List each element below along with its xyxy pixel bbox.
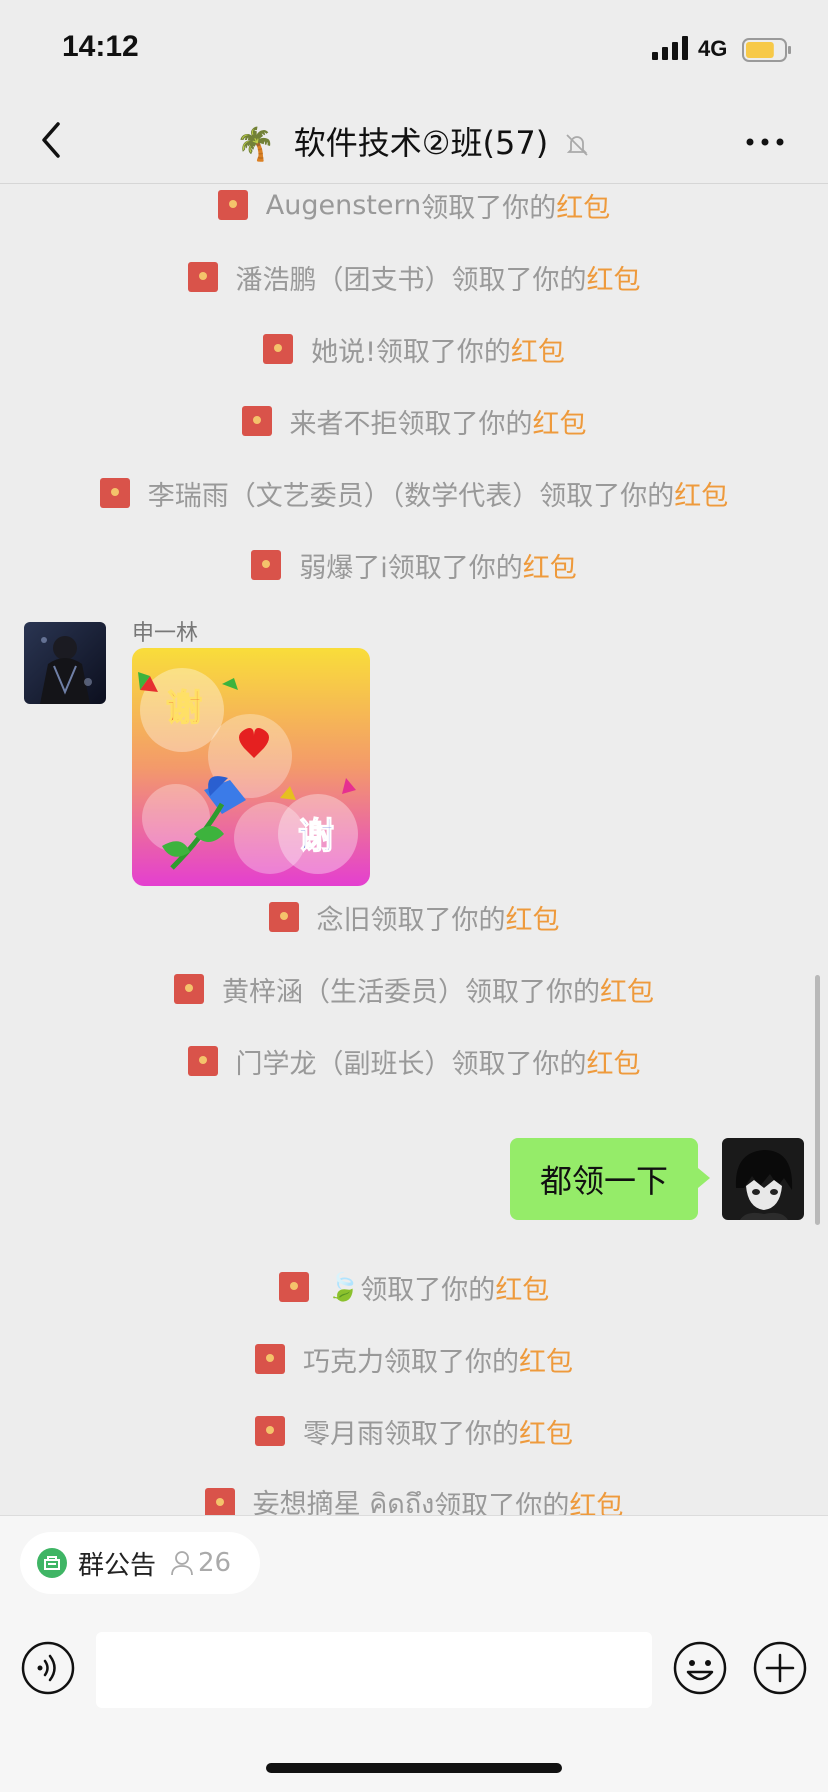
red-packet-icon bbox=[204, 1488, 235, 1515]
claimer-name: 门学龙（副班长） bbox=[235, 1048, 452, 1080]
redpacket-link[interactable]: 红包 bbox=[587, 1042, 641, 1081]
input-area: 群公告 26 bbox=[0, 1515, 828, 1792]
redpacket-notice: 零月雨 领取了你的 红包 bbox=[0, 1411, 828, 1451]
redpacket-notice: Augenstern 领取了你的 红包 bbox=[0, 185, 828, 225]
claimer-name: 🍃 bbox=[326, 1272, 361, 1303]
announcement-read-count: 26 bbox=[198, 1548, 232, 1578]
bell-slash-icon bbox=[566, 134, 588, 156]
redpacket-notice: 门学龙（副班长） 领取了你的 红包 bbox=[0, 1041, 828, 1081]
redpacket-link[interactable]: 红包 bbox=[600, 970, 654, 1009]
red-packet-icon bbox=[99, 478, 130, 508]
network-type: 4G bbox=[698, 36, 728, 61]
chat-header: 🌴 软件技术②班(57) bbox=[0, 100, 828, 184]
claimer-name: 黄梓涵（生活委员） bbox=[222, 976, 465, 1008]
claimer-name: 念旧 bbox=[316, 904, 371, 936]
group-name: 软件技术②班(57) bbox=[293, 124, 549, 162]
person-icon bbox=[171, 1551, 193, 1576]
claimer-name: 来者不拒 bbox=[289, 408, 398, 440]
red-packet-icon bbox=[263, 334, 294, 364]
sender-name: 申一林 bbox=[132, 621, 199, 646]
redpacket-link[interactable]: 红包 bbox=[519, 1340, 573, 1379]
more-dots-icon[interactable] bbox=[740, 124, 790, 160]
red-packet-icon bbox=[278, 1272, 309, 1302]
redpacket-notice: 李瑞雨（文艺委员）（数学代表） 领取了你的 红包 bbox=[0, 473, 828, 513]
red-packet-icon bbox=[174, 974, 204, 1004]
claimer-name: 巧克力 bbox=[303, 1346, 384, 1378]
redpacket-link[interactable]: 红包 bbox=[519, 1412, 573, 1451]
plus-circle-icon[interactable] bbox=[752, 1640, 808, 1696]
claimer-name: 潘浩鹏（团支书） bbox=[235, 264, 452, 296]
message-input[interactable] bbox=[96, 1632, 652, 1708]
scrollbar[interactable] bbox=[815, 975, 820, 1225]
claimer-name: Augenstern bbox=[265, 189, 422, 221]
red-packet-icon bbox=[255, 1416, 285, 1446]
redpacket-notice: 黄梓涵（生活委员） 领取了你的 红包 bbox=[0, 969, 828, 1009]
redpacket-link[interactable]: 红包 bbox=[511, 330, 565, 369]
redpacket-link[interactable]: 红包 bbox=[674, 474, 728, 513]
claimer-name: 零月雨 bbox=[303, 1418, 384, 1450]
red-packet-icon bbox=[251, 550, 282, 580]
status-time: 14:12 bbox=[62, 30, 139, 63]
group-announcement-button[interactable]: 群公告 26 bbox=[20, 1532, 260, 1594]
announcement-icon bbox=[37, 1548, 67, 1578]
redpacket-link[interactable]: 红包 bbox=[523, 546, 577, 585]
claimer-name: 弱爆了i bbox=[299, 552, 388, 584]
thanks-sticker-image: 谢 谢 bbox=[132, 648, 370, 886]
sticker-message[interactable]: 谢 谢 bbox=[132, 648, 370, 886]
claimer-name: 妄想摘星 คิดถึง bbox=[252, 1488, 435, 1516]
chat-title: 🌴 软件技术②班(57) bbox=[0, 118, 828, 165]
redpacket-link[interactable]: 红包 bbox=[556, 186, 610, 225]
cellular-signal-icon bbox=[652, 36, 688, 60]
redpacket-link[interactable]: 红包 bbox=[533, 402, 587, 441]
emoji-icon[interactable] bbox=[672, 1640, 728, 1696]
my-avatar[interactable] bbox=[722, 1138, 804, 1220]
redpacket-notice: 潘浩鹏（团支书） 领取了你的 红包 bbox=[0, 257, 828, 297]
redpacket-notice: 巧克力 领取了你的 红包 bbox=[0, 1339, 828, 1379]
red-packet-icon bbox=[268, 902, 299, 932]
avatar[interactable] bbox=[24, 622, 106, 704]
redpacket-link[interactable]: 红包 bbox=[569, 1484, 623, 1516]
claimer-name: 李瑞雨（文艺委员）（数学代表） bbox=[147, 480, 540, 512]
red-packet-icon bbox=[187, 1046, 218, 1076]
home-indicator[interactable] bbox=[266, 1763, 562, 1773]
red-packet-icon bbox=[241, 406, 272, 436]
redpacket-notice: 🍃 领取了你的 红包 bbox=[0, 1267, 828, 1307]
red-packet-icon bbox=[187, 262, 218, 292]
message-list[interactable]: Augenstern 领取了你的 红包 潘浩鹏（团支书） 领取了你的 红包 她说… bbox=[0, 185, 828, 1515]
redpacket-notice: 弱爆了i 领取了你的 红包 bbox=[0, 545, 828, 585]
redpacket-notice: 妄想摘星 คิดถึง 领取了你的 红包 bbox=[0, 1483, 828, 1515]
my-message-bubble[interactable]: 都领一下 bbox=[510, 1138, 710, 1220]
battery-icon bbox=[742, 38, 791, 62]
announcement-label: 群公告 bbox=[78, 1550, 157, 1581]
red-packet-icon bbox=[255, 1344, 285, 1374]
status-bar: 14:12 4G bbox=[0, 0, 828, 100]
redpacket-link[interactable]: 红包 bbox=[506, 898, 560, 937]
red-packet-icon bbox=[217, 190, 248, 220]
voice-icon[interactable] bbox=[20, 1640, 76, 1696]
claimer-name: 她说! bbox=[311, 336, 376, 368]
sticker-text-top: 谢 bbox=[166, 688, 202, 729]
palm-tree-icon: 🌴 bbox=[235, 125, 276, 163]
redpacket-notice: 来者不拒 领取了你的 红包 bbox=[0, 401, 828, 441]
redpacket-link[interactable]: 红包 bbox=[495, 1268, 549, 1307]
redpacket-notice: 念旧 领取了你的 红包 bbox=[0, 897, 828, 937]
sender-avatar-image bbox=[24, 622, 106, 704]
redpacket-notice: 她说! 领取了你的 红包 bbox=[0, 329, 828, 369]
my-avatar-image bbox=[722, 1138, 804, 1220]
sticker-text-bottom: 谢 bbox=[298, 816, 334, 857]
redpacket-link[interactable]: 红包 bbox=[587, 258, 641, 297]
